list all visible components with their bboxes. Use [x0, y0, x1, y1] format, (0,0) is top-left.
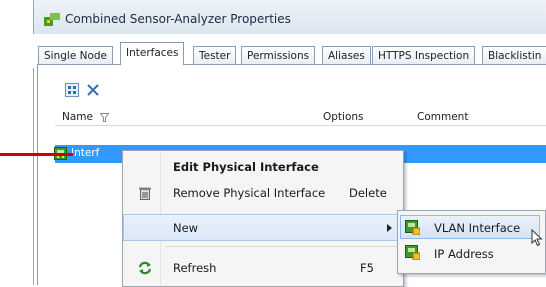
refresh-icon — [138, 261, 152, 275]
window-title: Combined Sensor-Analyzer Properties — [65, 12, 291, 26]
tab-https-inspection[interactable]: HTTPS Inspection — [372, 46, 476, 64]
menu-item-edit-physical-interface[interactable]: Edit Physical Interface — [173, 160, 319, 174]
filter-icon[interactable] — [100, 113, 109, 122]
column-header-options[interactable]: Options — [323, 111, 364, 123]
remove-shortcut-label: Delete — [349, 186, 387, 200]
menu-item-new[interactable] — [123, 214, 402, 241]
menu-item-remove-physical-interface[interactable]: Remove Physical Interface — [173, 186, 325, 200]
column-header-comment[interactable]: Comment — [417, 111, 468, 123]
refresh-shortcut-label: F5 — [360, 261, 374, 275]
row-name-label: Interf — [71, 147, 100, 159]
mouse-cursor-icon — [531, 229, 543, 247]
tab-single-node[interactable]: Single Node — [38, 46, 114, 64]
tab-blacklist[interactable]: Blacklistin — [482, 46, 546, 64]
sensor-app-icon — [44, 13, 60, 26]
collapse-all-icon[interactable] — [86, 83, 100, 97]
submenu-item-ip-address[interactable]: IP Address — [434, 247, 494, 261]
vlan-interface-icon — [405, 220, 420, 235]
tab-tester[interactable]: Tester — [193, 46, 237, 64]
expand-all-icon[interactable] — [65, 83, 79, 97]
remove-icon — [139, 187, 151, 200]
menu-item-new-label: New — [173, 221, 199, 235]
submenu-vlan-label: VLAN Interface — [434, 221, 521, 235]
submenu-arrow-icon — [387, 224, 392, 232]
title-bar: Combined Sensor-Analyzer Properties — [34, 0, 546, 34]
menu-separator — [165, 246, 400, 247]
column-header-name[interactable]: Name — [62, 111, 93, 123]
header-divider — [55, 125, 546, 126]
callout-line — [0, 153, 73, 156]
tab-interfaces[interactable]: Interfaces — [120, 42, 185, 65]
tab-permissions[interactable]: Permissions — [241, 46, 316, 64]
menu-item-refresh[interactable]: Refresh — [173, 261, 216, 275]
ip-address-icon — [405, 245, 420, 260]
tab-aliases[interactable]: Aliases — [322, 46, 371, 64]
